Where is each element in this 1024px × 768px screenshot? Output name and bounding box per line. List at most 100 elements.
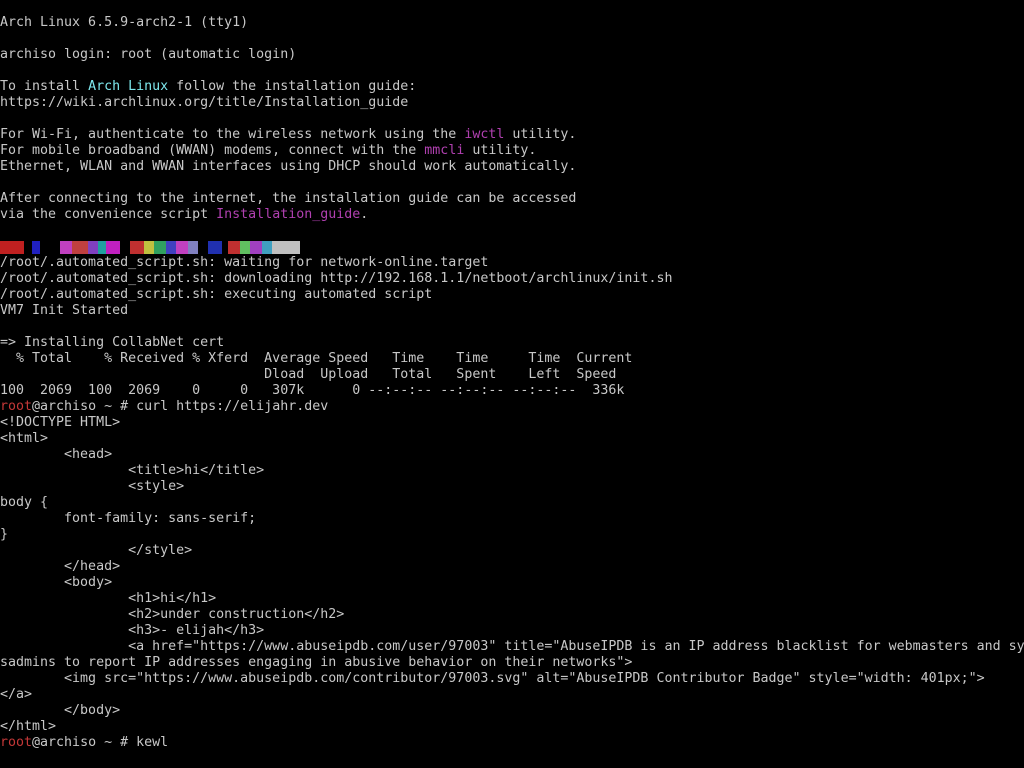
console-text: </head> [0,559,121,574]
glitch-block [228,240,240,254]
glitch-block [24,240,32,254]
console-text: For mobile broadband (WWAN) modems, conn… [0,143,425,158]
console-line: <html> [0,431,1024,447]
console-text: follow the installation guide: [168,79,417,94]
glitch-block [250,240,262,254]
glitch-block [198,240,208,254]
console-text: => Installing CollabNet cert [0,335,225,350]
console-text: To install [0,79,89,94]
console-text: https://wiki.archlinux.org/title/Install… [0,95,409,110]
glitch-block [144,240,154,254]
console-text: /root/.automated_script.sh: executing au… [0,287,433,302]
tty-console[interactable]: Arch Linux 6.5.9-arch2-1 (tty1) archiso l… [0,15,1024,765]
console-text: <head> [0,447,113,462]
console-text: archiso login: root (automatic login) [0,47,297,62]
console-line: => Installing CollabNet cert [0,335,1024,351]
console-line: After connecting to the internet, the in… [0,191,1024,207]
console-line: https://wiki.archlinux.org/title/Install… [0,95,1024,111]
console-text: utility. [504,127,577,142]
console-line: <img src="https://www.abuseipdb.com/cont… [0,671,1024,687]
console-text: @archiso ~ # kewl [32,735,169,750]
glitch-block [272,240,300,254]
console-text: </body> [0,703,121,718]
console-text: Installation_guide [216,207,361,222]
console-line: Dload Upload Total Spent Left Speed [0,367,1024,383]
console-text: } [0,527,9,542]
console-line: </html> [0,719,1024,735]
console-line: </a> [0,687,1024,703]
console-line: To install Arch Linux follow the install… [0,79,1024,95]
console-text: iwctl [464,127,505,142]
console-text: </a> [0,687,33,702]
console-line: /root/.automated_script.sh: downloading … [0,271,1024,287]
console-line: 100 2069 100 2069 0 0 307k 0 --:--:-- --… [0,383,1024,399]
console-text: <h3>- elijah</h3> [0,623,265,638]
console-text: mmcli [424,143,465,158]
console-line: For Wi-Fi, authenticate to the wireless … [0,127,1024,143]
console-text: utility. [464,143,537,158]
console-line: VM7 Init Started [0,303,1024,319]
console-line: archiso login: root (automatic login) [0,47,1024,63]
console-line: via the convenience script Installation_… [0,207,1024,223]
console-line: root@archiso ~ # kewl [0,735,1024,751]
console-text: </style> [0,543,193,558]
console-line: body { [0,495,1024,511]
glitch-block [60,240,72,254]
console-text: . [360,207,369,222]
console-text: sadmins to report IP addresses engaging … [0,655,633,670]
console-line: <h2>under construction</h2> [0,607,1024,623]
console-line: <h1>hi</h1> [0,591,1024,607]
console-text: Dload Upload Total Spent Left Speed [0,367,617,382]
glitch-block [176,240,188,254]
console-line: <body> [0,575,1024,591]
boot-glitch-bar [0,239,1024,255]
console-line: <a href="https://www.abuseipdb.com/user/… [0,639,1024,655]
glitch-block [106,240,120,254]
console-text: </html> [0,719,57,734]
glitch-block [120,240,130,254]
console-line: } [0,527,1024,543]
glitch-block [262,240,272,254]
console-text: /root/.automated_script.sh: downloading … [0,271,673,286]
console-line: For mobile broadband (WWAN) modems, conn… [0,143,1024,159]
console-text: % Total % Received % Xferd Average Speed… [0,351,633,366]
console-text: 100 2069 100 2069 0 0 307k 0 --:--:-- --… [0,383,625,398]
glitch-block [130,240,144,254]
console-line: /root/.automated_script.sh: executing au… [0,287,1024,303]
console-text: Arch Linux [88,79,169,94]
console-text: root [0,399,33,414]
console-text: VM7 Init Started [0,303,129,318]
console-line: <head> [0,447,1024,463]
console-line: <!DOCTYPE HTML> [0,415,1024,431]
glitch-block [40,240,60,254]
console-text: font-family: sans-serif; [0,511,257,526]
console-line: </head> [0,559,1024,575]
console-line: <title>hi</title> [0,463,1024,479]
console-text: <h1>hi</h1> [0,591,217,606]
console-text: <a href="https://www.abuseipdb.com/user/… [0,639,1024,654]
console-line: /root/.automated_script.sh: waiting for … [0,255,1024,271]
console-text: Arch Linux 6.5.9-arch2-1 (tty1) [0,15,249,30]
glitch-block [88,240,98,254]
console-text: For Wi-Fi, authenticate to the wireless … [0,127,465,142]
console-text: After connecting to the internet, the in… [0,191,577,206]
glitch-block [188,240,198,254]
glitch-block [72,240,88,254]
glitch-block [32,240,40,254]
console-text: <html> [0,431,49,446]
console-line: font-family: sans-serif; [0,511,1024,527]
glitch-block [154,240,166,254]
console-text: via the convenience script [0,207,217,222]
glitch-block [208,240,222,254]
console-text: root [0,735,33,750]
console-text: <style> [0,479,185,494]
console-text: <title>hi</title> [0,463,265,478]
glitch-block [166,240,176,254]
console-line: <style> [0,479,1024,495]
